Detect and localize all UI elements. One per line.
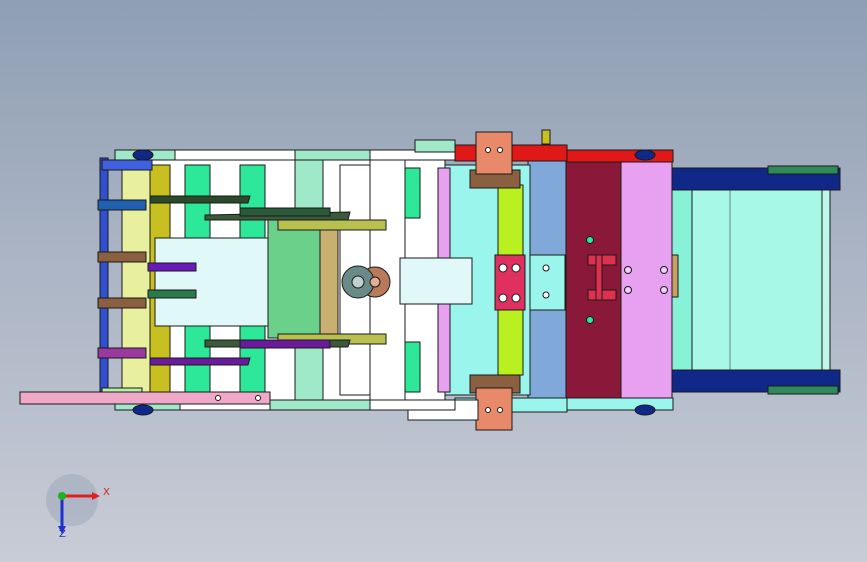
cad-viewport[interactable]: X Z bbox=[0, 0, 867, 562]
conveyor-belt bbox=[669, 165, 841, 395]
axis-x-label: X bbox=[103, 487, 110, 498]
lavender-plate bbox=[619, 159, 679, 401]
cad-model-top-view[interactable] bbox=[0, 0, 867, 562]
knob-assembly bbox=[341, 265, 391, 299]
pink-extension-bar bbox=[19, 391, 271, 405]
coordinate-triad bbox=[46, 474, 100, 534]
axis-z-label: Z bbox=[59, 529, 66, 540]
